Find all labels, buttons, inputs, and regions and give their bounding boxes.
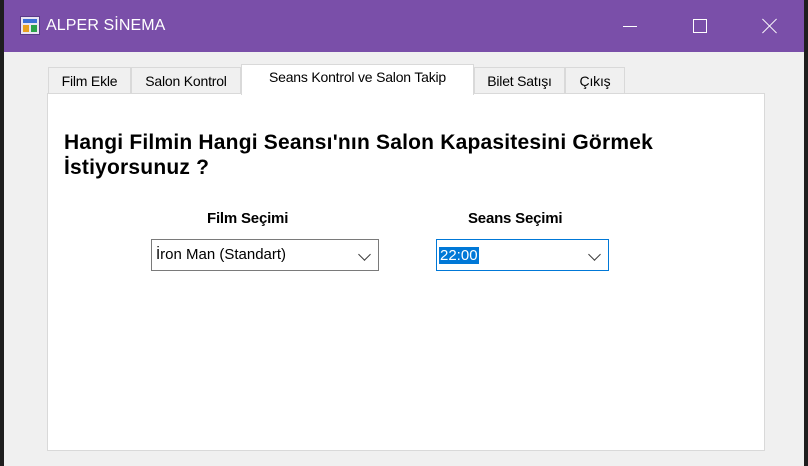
title-bar[interactable]: ALPER SİNEMA <box>4 0 804 52</box>
minimize-button[interactable] <box>595 0 665 52</box>
tab-seans-kontrol[interactable]: Seans Kontrol ve Salon Takip <box>241 64 474 95</box>
tab-panel: Hangi Filmin Hangi Seansı'nın Salon Kapa… <box>47 93 765 451</box>
film-selection-label: Film Seçimi <box>207 210 289 227</box>
window-title: ALPER SİNEMA <box>46 17 166 34</box>
chevron-down-icon[interactable] <box>588 248 601 261</box>
tab-salon-kontrol[interactable]: Salon Kontrol <box>131 67 241 93</box>
film-select-value: İron Man (Standart) <box>156 246 287 263</box>
seans-select-value: 22:00 <box>439 247 479 264</box>
chevron-down-icon[interactable] <box>358 248 371 261</box>
close-button[interactable] <box>735 0 805 52</box>
minimize-icon <box>623 25 637 27</box>
maximize-icon <box>693 19 707 33</box>
close-icon <box>762 18 778 34</box>
maximize-button[interactable] <box>665 0 735 52</box>
tab-film-ekle[interactable]: Film Ekle <box>48 67 131 93</box>
seans-select[interactable]: 22:00 <box>436 239 609 271</box>
tab-bilet-satisi[interactable]: Bilet Satışı <box>474 67 565 93</box>
tab-cikis[interactable]: Çıkış <box>565 67 625 93</box>
app-window: ALPER SİNEMA Film Ekle Salon Kontrol Sea… <box>4 0 804 466</box>
film-select[interactable]: İron Man (Standart) <box>151 239 379 271</box>
app-icon <box>20 16 40 35</box>
question-heading: Hangi Filmin Hangi Seansı'nın Salon Kapa… <box>64 131 653 179</box>
seans-selection-label: Seans Seçimi <box>468 210 563 227</box>
